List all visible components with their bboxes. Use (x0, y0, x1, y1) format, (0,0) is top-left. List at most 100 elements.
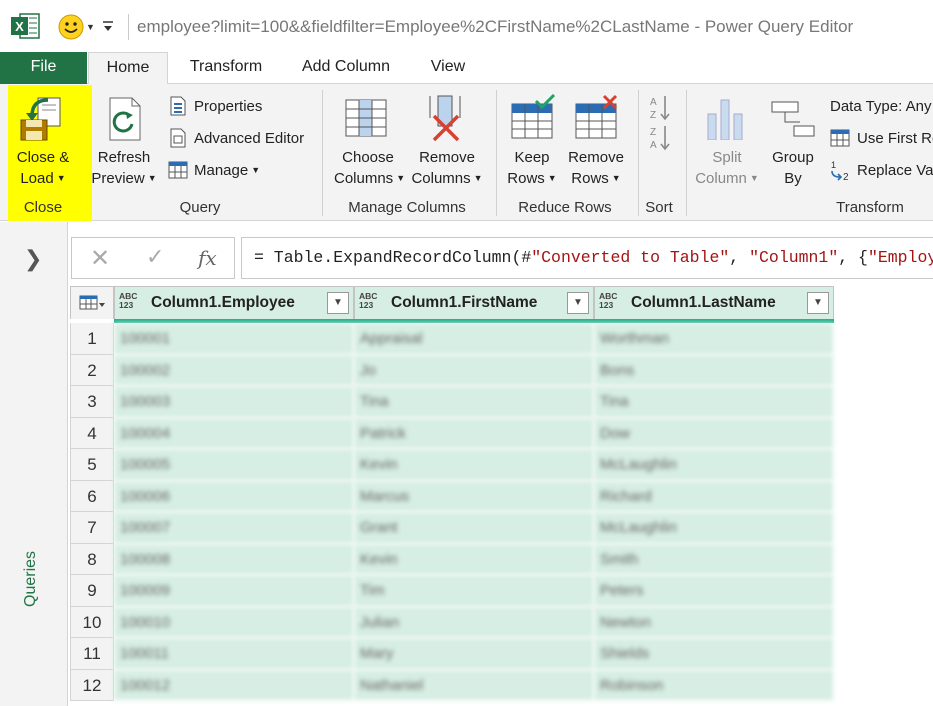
row-number[interactable]: 3 (70, 386, 114, 418)
sort-descending-icon[interactable]: Z A (648, 124, 672, 152)
row-number[interactable]: 5 (70, 449, 114, 481)
row-number[interactable]: 7 (70, 512, 114, 544)
cell-lastname[interactable]: McLaughlin (594, 449, 834, 481)
check-icon[interactable]: ✓ (146, 244, 164, 270)
cell-employee[interactable]: 100007 (114, 512, 354, 544)
cell-firstname[interactable]: Appraisal (354, 323, 594, 355)
any-type-icon[interactable]: ABC 123 (119, 292, 137, 310)
cell-lastname[interactable]: McLaughlin (594, 512, 834, 544)
tab-transform[interactable]: Transform (176, 52, 276, 84)
data-type-dropdown[interactable]: Data Type: Any (830, 96, 931, 117)
column-header[interactable]: ABC 123 Column1.LastName ▼ (594, 286, 834, 319)
tab-add-column[interactable]: Add Column (290, 52, 402, 84)
tab-home[interactable]: Home (88, 52, 168, 85)
cell-employee[interactable]: 100011 (114, 638, 354, 670)
cell-firstname[interactable]: Julian (354, 606, 594, 638)
use-first-row-button[interactable]: Use First Ro (857, 128, 933, 149)
expand-pane-chevron-icon[interactable]: ❯ (24, 246, 42, 272)
chevron-down-icon[interactable]: ▼ (612, 173, 621, 183)
row-number[interactable]: 9 (70, 575, 114, 607)
cancel-icon[interactable]: ✕ (90, 244, 110, 273)
refresh-icon[interactable] (104, 96, 148, 142)
group-by-icon[interactable] (770, 100, 816, 138)
remove-columns-icon[interactable] (426, 94, 466, 142)
cell-firstname[interactable]: Jo (354, 354, 594, 386)
column-filter-dropdown-icon[interactable]: ▼ (327, 292, 349, 314)
chevron-down-icon[interactable]: ▼ (251, 165, 260, 175)
remove-columns-button[interactable]: Remove Columns ▼ (408, 147, 486, 189)
row-number[interactable]: 11 (70, 638, 114, 670)
cell-firstname[interactable]: Patrick (354, 417, 594, 449)
cell-lastname[interactable]: Worthman (594, 323, 834, 355)
table-corner-menu[interactable] (70, 286, 114, 319)
cell-lastname[interactable]: Tina (594, 386, 834, 418)
cell-employee[interactable]: 100006 (114, 480, 354, 512)
column-header[interactable]: ABC 123 Column1.Employee ▼ (114, 286, 354, 319)
column-header[interactable]: ABC 123 Column1.FirstName ▼ (354, 286, 594, 319)
excel-app-icon[interactable]: X (10, 12, 40, 40)
column-filter-dropdown-icon[interactable]: ▼ (567, 292, 589, 314)
row-number[interactable]: 4 (70, 417, 114, 449)
chevron-down-icon[interactable]: ▼ (750, 173, 759, 183)
cell-lastname[interactable]: Shields (594, 638, 834, 670)
cell-lastname[interactable]: Robinson (594, 669, 834, 701)
cell-lastname[interactable]: Richard (594, 480, 834, 512)
smiley-feedback-icon[interactable] (58, 14, 84, 40)
row-number[interactable]: 10 (70, 606, 114, 638)
cell-lastname[interactable]: Bons (594, 354, 834, 386)
any-type-icon[interactable]: ABC 123 (359, 292, 377, 310)
choose-columns-icon[interactable] (344, 96, 388, 140)
cell-firstname[interactable]: Kevin (354, 543, 594, 575)
cell-employee[interactable]: 100004 (114, 417, 354, 449)
cell-lastname[interactable]: Smith (594, 543, 834, 575)
advanced-editor-button[interactable]: Advanced Editor (194, 128, 304, 149)
cell-lastname[interactable]: Peters (594, 575, 834, 607)
quick-access-dropdown-icon[interactable] (101, 19, 115, 33)
column-filter-dropdown-icon[interactable]: ▼ (807, 292, 829, 314)
cell-employee[interactable]: 100001 (114, 323, 354, 355)
row-number[interactable]: 1 (70, 323, 114, 355)
split-column-icon[interactable] (704, 96, 748, 140)
cell-firstname[interactable]: Kevin (354, 449, 594, 481)
close-and-load-button[interactable]: Close & Load ▼ (10, 147, 76, 189)
cell-firstname[interactable]: Grant (354, 512, 594, 544)
split-column-button[interactable]: Split Column ▼ (692, 147, 762, 189)
cell-employee[interactable]: 100002 (114, 354, 354, 386)
group-by-button[interactable]: Group By (766, 147, 820, 189)
cell-employee[interactable]: 100005 (114, 449, 354, 481)
chevron-down-icon[interactable]: ▼ (86, 22, 95, 32)
remove-rows-button[interactable]: Remove Rows ▼ (564, 147, 628, 189)
cell-employee[interactable]: 100008 (114, 543, 354, 575)
sort-ascending-icon[interactable]: A Z (648, 94, 672, 122)
any-type-icon[interactable]: ABC 123 (599, 292, 617, 310)
queries-label[interactable]: Queries (22, 551, 40, 607)
cell-lastname[interactable]: Dow (594, 417, 834, 449)
tab-view[interactable]: View (418, 52, 478, 84)
chevron-down-icon[interactable]: ▼ (396, 173, 405, 183)
cell-employee[interactable]: 100012 (114, 669, 354, 701)
cell-firstname[interactable]: Tina (354, 386, 594, 418)
chevron-down-icon[interactable]: ▼ (548, 173, 557, 183)
remove-rows-icon[interactable] (574, 94, 620, 140)
row-number[interactable]: 12 (70, 669, 114, 701)
tab-file[interactable]: File (0, 52, 87, 84)
chevron-down-icon[interactable]: ▼ (148, 173, 157, 183)
properties-button[interactable]: Properties (194, 96, 262, 117)
keep-rows-button[interactable]: Keep Rows ▼ (502, 147, 562, 189)
row-number[interactable]: 2 (70, 354, 114, 386)
manage-button[interactable]: Manage ▼ (194, 160, 260, 181)
cell-firstname[interactable]: Marcus (354, 480, 594, 512)
cell-firstname[interactable]: Nathaniel (354, 669, 594, 701)
cell-employee[interactable]: 100003 (114, 386, 354, 418)
cell-firstname[interactable]: Mary (354, 638, 594, 670)
close-and-load-icon[interactable] (18, 96, 64, 142)
row-number[interactable]: 8 (70, 543, 114, 575)
chevron-down-icon[interactable]: ▼ (57, 173, 66, 183)
fx-icon[interactable]: fx (198, 246, 217, 270)
refresh-preview-button[interactable]: Refresh Preview ▼ (90, 147, 158, 189)
keep-rows-icon[interactable] (510, 94, 556, 140)
replace-values-button[interactable]: Replace Va (857, 160, 933, 181)
cell-employee[interactable]: 100009 (114, 575, 354, 607)
choose-columns-button[interactable]: Choose Columns ▼ (334, 147, 405, 189)
cell-firstname[interactable]: Tim (354, 575, 594, 607)
